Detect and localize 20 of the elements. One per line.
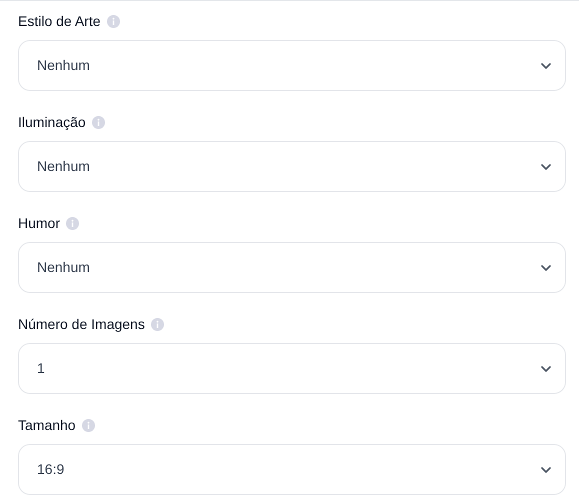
select-field[interactable]: Nenhum xyxy=(18,40,566,91)
chevron-down-icon xyxy=(541,366,551,372)
info-icon[interactable] xyxy=(106,14,120,28)
chevron-down-icon xyxy=(541,62,551,68)
chevron-down-icon xyxy=(541,466,551,472)
select-field[interactable]: Nenhum xyxy=(18,141,566,192)
select-field[interactable]: Nenhum xyxy=(18,242,566,293)
select-field[interactable]: 1 xyxy=(18,343,566,394)
chevron-down-icon xyxy=(541,264,551,270)
field-label: Número de Imagens xyxy=(18,314,145,334)
chevron-down-icon xyxy=(541,164,551,170)
field-label: Tamanho xyxy=(18,416,76,434)
info-icon[interactable] xyxy=(92,116,105,128)
info-icon[interactable] xyxy=(66,216,80,230)
info-icon[interactable] xyxy=(82,418,95,432)
select-field[interactable]: 16:9 xyxy=(18,444,566,495)
field-label: Iluminação xyxy=(18,112,86,132)
field-label: Humor xyxy=(18,214,60,232)
field-label: Estilo de Arte xyxy=(18,12,100,30)
info-icon[interactable] xyxy=(150,318,164,330)
